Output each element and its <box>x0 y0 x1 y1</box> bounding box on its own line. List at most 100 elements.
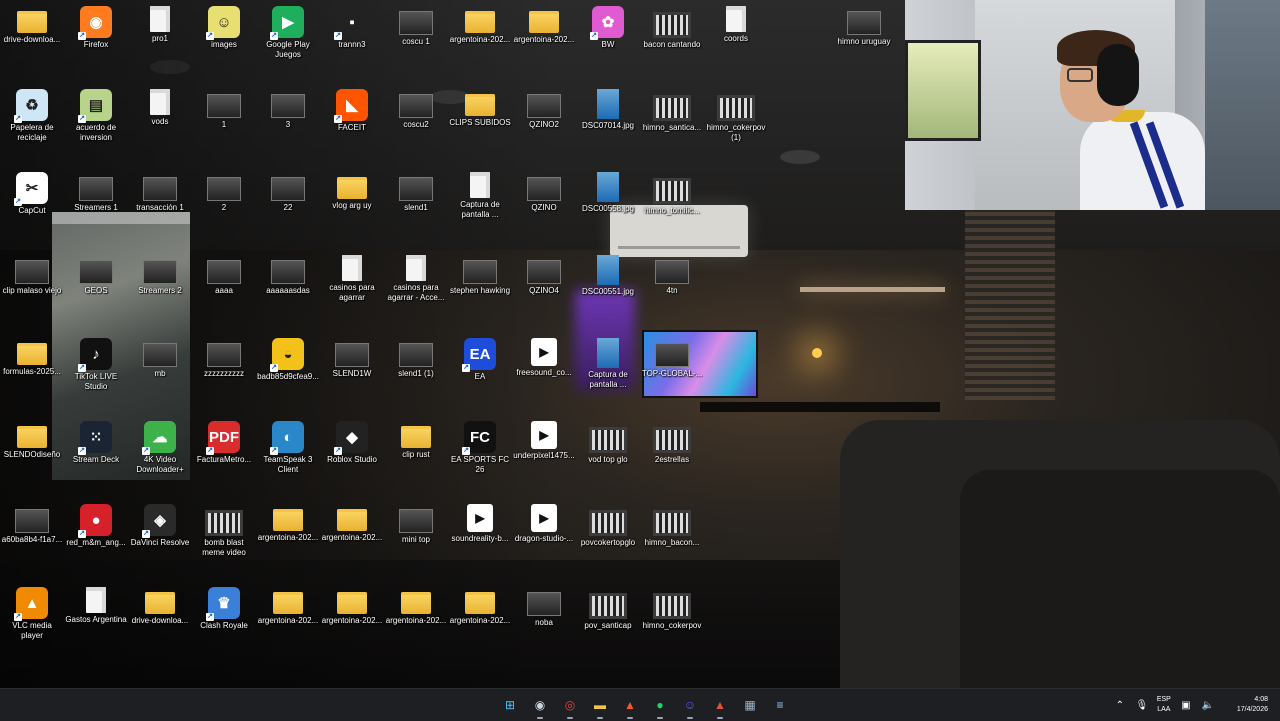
desktop-icon[interactable]: Streamers 1 <box>64 168 128 248</box>
desktop-icon[interactable]: CLIPS SUBIDOS <box>448 85 512 165</box>
desktop-icon[interactable]: drive-downloa... <box>0 2 64 82</box>
desktop-icon[interactable]: drive-downloa... <box>128 583 192 663</box>
desktop-icon[interactable]: ♻ ↗ Papelera de reciclaje <box>0 85 64 165</box>
show-hidden-icons-chevron-icon[interactable]: ⌃ <box>1113 700 1127 711</box>
desktop-icon[interactable]: ✂ ↗ CapCut <box>0 168 64 248</box>
desktop-icon[interactable]: himno uruguay <box>832 2 896 82</box>
discord-icon[interactable]: ☺ <box>678 693 702 719</box>
desktop-icon[interactable]: Streamers 2 <box>128 251 192 331</box>
volume-icon[interactable]: 🔈 <box>1201 700 1215 711</box>
desktop-icon[interactable]: povcokertopglo <box>576 500 640 580</box>
desktop-icon[interactable]: ● ↗ red_m&m_ang... <box>64 500 128 580</box>
network-icon[interactable]: ▣ <box>1179 700 1193 711</box>
desktop-icon[interactable]: slend1 <box>384 168 448 248</box>
spotify-icon[interactable]: ● <box>648 693 672 719</box>
desktop-icon[interactable]: argentoina-202... <box>256 583 320 663</box>
desktop-icon[interactable]: ▲ ↗ VLC media player <box>0 583 64 663</box>
desktop-icon[interactable]: argentoina-202... <box>448 2 512 82</box>
desktop-icon[interactable]: mini top <box>384 500 448 580</box>
desktop-icon[interactable]: ◐ ↗ TeamSpeak 3 Client <box>256 417 320 497</box>
desktop-icon[interactable]: ♪ ↗ TikTok LIVE Studio <box>64 334 128 414</box>
desktop-icon[interactable]: Gastos Argentina <box>64 583 128 663</box>
desktop-icon[interactable]: bomb blast meme video <box>192 500 256 580</box>
desktop-icon[interactable]: SLENDOdiseño <box>0 417 64 497</box>
desktop-icon[interactable]: transacción 1 <box>128 168 192 248</box>
desktop-icon[interactable]: ◣ ↗ FACEIT <box>320 85 384 165</box>
desktop-icon[interactable]: PDF ↗ FacturaMetro... <box>192 417 256 497</box>
desktop-icon[interactable]: pro1 <box>128 2 192 82</box>
desktop-icon[interactable]: ✿ ↗ BW <box>576 2 640 82</box>
desktop-icon[interactable]: ◆ ↗ Roblox Studio <box>320 417 384 497</box>
desktop-icon[interactable]: casinos para agarrar <box>320 251 384 331</box>
desktop-icon[interactable]: ▶ freesound_co... <box>512 334 576 414</box>
desktop-icon[interactable]: argentoina-202... <box>384 583 448 663</box>
desktop-icon[interactable]: QZINO4 <box>512 251 576 331</box>
desktop-icon[interactable]: himno_bacon... <box>640 500 704 580</box>
desktop-icon[interactable]: ☁ ↗ 4K Video Downloader+ <box>128 417 192 497</box>
desktop-icon[interactable]: EA ↗ EA <box>448 334 512 414</box>
file-explorer-icon[interactable]: ▬ <box>588 693 612 719</box>
desktop-icon[interactable]: himno_cokerpov (1) <box>704 85 768 165</box>
notepad-icon[interactable]: ≡ <box>768 693 792 717</box>
calculator-icon[interactable]: ▦ <box>738 693 762 717</box>
desktop-icon[interactable]: Captura de pantalla ... <box>448 168 512 248</box>
desktop-icon[interactable]: ▤ ↗ acuerdo de inversion <box>64 85 128 165</box>
desktop-icon[interactable]: 4tn <box>640 251 704 331</box>
start-button[interactable]: ⊞ <box>498 693 522 717</box>
desktop-icon[interactable]: ▶ underpixel1475... <box>512 417 576 497</box>
desktop-icon[interactable]: pov_santicap <box>576 583 640 663</box>
desktop-icon[interactable]: ◒ ↗ badb85d9cfea9... <box>256 334 320 414</box>
desktop-icon[interactable]: argentoina-202... <box>320 500 384 580</box>
desktop-icon[interactable]: 2estrellas <box>640 417 704 497</box>
desktop-icon[interactable]: aaaa <box>192 251 256 331</box>
desktop-icon[interactable]: QZINO <box>512 168 576 248</box>
desktop-icon[interactable]: FC ↗ EA SPORTS FC 26 <box>448 417 512 497</box>
desktop-icon[interactable]: aaaaaasdas <box>256 251 320 331</box>
desktop-icon[interactable]: TOP-GLOBAL-... <box>640 334 704 414</box>
desktop-icon[interactable]: coords <box>704 2 768 82</box>
desktop-icon[interactable]: argentoina-202... <box>256 500 320 580</box>
desktop-icon[interactable]: coscu2 <box>384 85 448 165</box>
desktop-icon[interactable]: ▶ dragon-studio-... <box>512 500 576 580</box>
desktop-icon[interactable]: himno_tomilic... <box>640 168 704 248</box>
desktop-icon[interactable]: 3 <box>256 85 320 165</box>
brave-beta-icon[interactable]: ▲ <box>708 693 732 719</box>
desktop-icon[interactable]: stephen hawking <box>448 251 512 331</box>
desktop-icon[interactable]: vod top glo <box>576 417 640 497</box>
desktop-icon[interactable]: vlog arg uy <box>320 168 384 248</box>
desktop-icon[interactable]: argentoina-202... <box>320 583 384 663</box>
desktop-icon[interactable]: vods <box>128 85 192 165</box>
desktop-icon[interactable]: 1 <box>192 85 256 165</box>
desktop-icon[interactable]: ☺ ↗ images <box>192 2 256 82</box>
desktop-icon[interactable]: Captura de pantalla ... <box>576 334 640 414</box>
desktop-icon[interactable]: argentoina-202... <box>512 2 576 82</box>
desktop-icon[interactable]: ▶ soundreality-b... <box>448 500 512 580</box>
desktop-icon[interactable]: slend1 (1) <box>384 334 448 414</box>
desktop-icon[interactable]: 2 <box>192 168 256 248</box>
desktop-icon[interactable]: SLEND1W <box>320 334 384 414</box>
desktop-icon[interactable]: ▶ ↗ Google Play Juegos <box>256 2 320 82</box>
desktop-icon[interactable]: formulas-2025... <box>0 334 64 414</box>
steam-icon[interactable]: ◉ <box>528 693 552 719</box>
desktop-icon[interactable]: DSC00551.jpg <box>576 251 640 331</box>
desktop-icon[interactable]: zzzzzzzzzz <box>192 334 256 414</box>
desktop-icon[interactable]: clip rust <box>384 417 448 497</box>
desktop-icon[interactable]: argentoina-202... <box>448 583 512 663</box>
desktop-icon[interactable]: DSC00558.jpg <box>576 168 640 248</box>
clock[interactable]: 4:08 17/4/2026 <box>1223 695 1268 715</box>
desktop-icon[interactable]: noba <box>512 583 576 663</box>
desktop-icon[interactable]: ▪ ↗ trannn3 <box>320 2 384 82</box>
desktop-icon[interactable]: himno_santica... <box>640 85 704 165</box>
desktop-icon[interactable]: ⁙ ↗ Stream Deck <box>64 417 128 497</box>
desktop-icon[interactable]: ◈ ↗ DaVinci Resolve <box>128 500 192 580</box>
desktop-icon[interactable]: himno_cokerpov <box>640 583 704 663</box>
desktop-icon[interactable]: ◉ ↗ Firefox <box>64 2 128 82</box>
desktop-icon[interactable]: 22 <box>256 168 320 248</box>
desktop-icon[interactable]: ♛ ↗ Clash Royale <box>192 583 256 663</box>
microphone-icon[interactable]: 🎙 <box>1135 700 1149 711</box>
desktop-icon[interactable]: a60ba8b4-f1a7... <box>0 500 64 580</box>
desktop-icon[interactable]: mb <box>128 334 192 414</box>
desktop-icon[interactable]: DSC07014.jpg <box>576 85 640 165</box>
desktop-icon[interactable]: casinos para agarrar - Acce... <box>384 251 448 331</box>
language-indicator[interactable]: ESP LAA <box>1157 695 1171 715</box>
